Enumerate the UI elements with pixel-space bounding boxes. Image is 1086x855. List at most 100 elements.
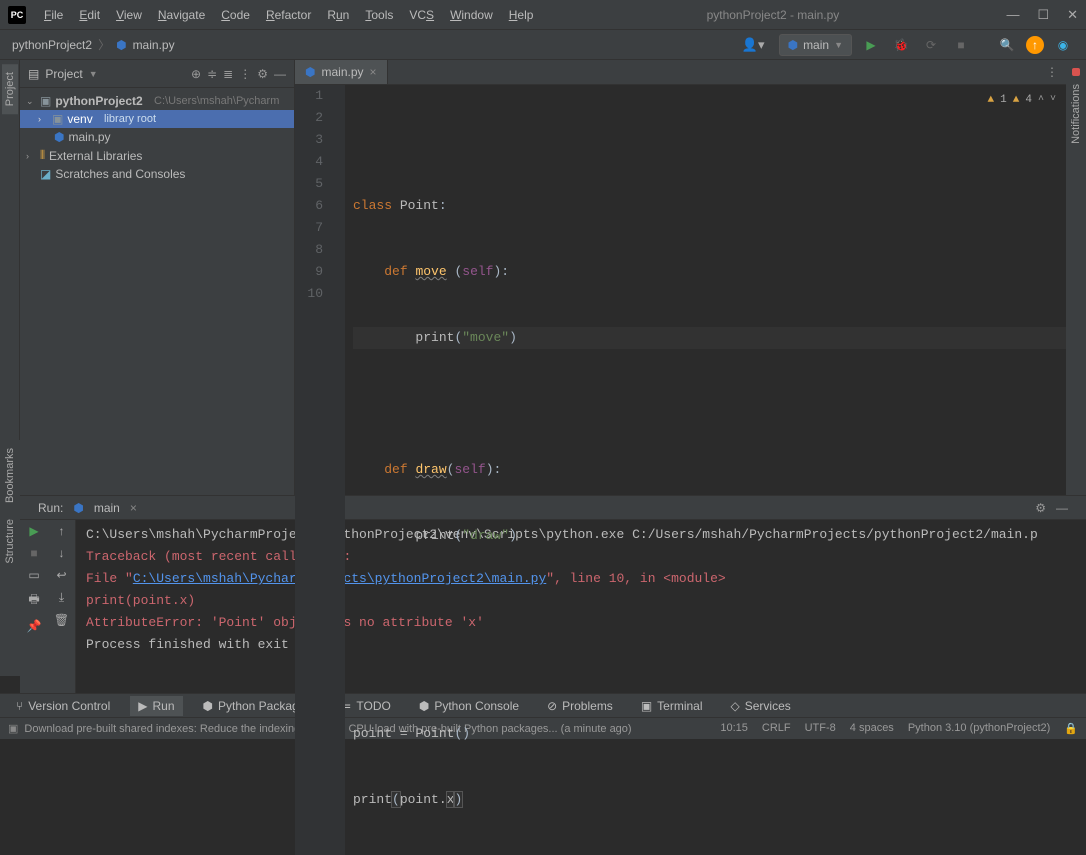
maximize-button[interactable]: ☐ xyxy=(1037,7,1049,23)
call: print xyxy=(353,792,392,807)
prev-highlight-icon[interactable]: ˄ xyxy=(1038,89,1044,111)
soft-wrap-icon[interactable]: ↩ xyxy=(56,568,66,582)
self: self xyxy=(454,462,485,477)
tree-scratches[interactable]: ◪ Scratches and Consoles xyxy=(20,165,294,183)
down-stack-icon[interactable]: ↓ xyxy=(59,546,65,560)
fn: draw xyxy=(415,462,446,477)
tab-bookmarks[interactable]: Bookmarks xyxy=(2,440,18,511)
breadcrumb-file[interactable]: main.py xyxy=(133,38,175,52)
run-toolbar-secondary: ↑ ↓ ↩ ⤓ 🗑 xyxy=(48,520,76,693)
rerun-button[interactable]: ▶ xyxy=(29,524,38,538)
collaborate-button[interactable]: ◉ xyxy=(1052,34,1074,56)
code-editor[interactable]: 1 2 3 4 5 6 7 8 9 10 class Point: def mo… xyxy=(295,85,1066,855)
warn-count: 4 xyxy=(1025,89,1032,111)
tab-options-icon[interactable]: ⋮ xyxy=(1046,65,1058,79)
tab-project[interactable]: Project xyxy=(2,64,18,114)
print-icon[interactable]: 🖶 xyxy=(28,590,39,611)
editor-tab-mainpy[interactable]: ⬢ main.py × xyxy=(295,60,388,84)
menu-view[interactable]: View xyxy=(110,5,148,25)
line-number-gutter[interactable]: 1 2 3 4 5 6 7 8 9 10 xyxy=(295,85,331,855)
coverage-button[interactable]: ⟳ xyxy=(920,34,942,56)
venv-label: venv xyxy=(67,112,92,126)
tab-structure[interactable]: Structure xyxy=(2,511,18,572)
root-name: pythonProject2 xyxy=(55,94,142,108)
branch-icon: ⑂ xyxy=(16,699,23,713)
navigation-bar: pythonProject2 〉 ⬢ main.py 👤▾ ⬢ main ▼ ▶… xyxy=(0,30,1086,60)
tool-run[interactable]: ▶Run xyxy=(130,696,182,716)
menu-help[interactable]: Help xyxy=(503,5,540,25)
left-tool-stripe: Project xyxy=(0,60,20,495)
pin-icon[interactable]: 📌 xyxy=(27,619,42,633)
line-no: 10 xyxy=(295,283,323,305)
menu-navigate[interactable]: Navigate xyxy=(152,5,211,25)
menu-refactor[interactable]: Refactor xyxy=(260,5,317,25)
add-user-button[interactable]: 👤▾ xyxy=(742,37,765,53)
options-icon[interactable]: ⋮ xyxy=(239,67,251,81)
stop-button[interactable]: ■ xyxy=(950,34,972,56)
run-button[interactable]: ▶ xyxy=(860,34,882,56)
tree-external-libs[interactable]: › ⫴ External Libraries xyxy=(20,146,294,165)
python-icon: ⬢ xyxy=(73,501,83,515)
expand-all-icon[interactable]: ≑ xyxy=(207,67,217,81)
menu-vcs[interactable]: VCS xyxy=(403,5,440,25)
menu-file[interactable]: File xyxy=(38,5,69,25)
next-highlight-icon[interactable]: ˅ xyxy=(1050,89,1056,111)
run-config-selector[interactable]: ⬢ main ▼ xyxy=(779,34,852,56)
project-tree[interactable]: ⌄ ▣ pythonProject2 C:\Users\mshah\Pychar… xyxy=(20,88,294,187)
gear-icon[interactable]: ⚙ xyxy=(257,67,268,81)
updates-button[interactable]: ↑ xyxy=(1026,36,1044,54)
tree-mainpy[interactable]: ⬢ main.py xyxy=(20,128,294,146)
line-no: 6 xyxy=(295,195,323,217)
search-button[interactable]: 🔍 xyxy=(996,34,1018,56)
menu-run[interactable]: Run xyxy=(321,5,355,25)
menu-window[interactable]: Window xyxy=(444,5,499,25)
chevron-down-icon[interactable]: ⌄ xyxy=(26,96,36,107)
debug-button[interactable]: 🐞 xyxy=(890,34,912,56)
folder-icon: ▣ xyxy=(52,112,63,126)
tree-root[interactable]: ⌄ ▣ pythonProject2 C:\Users\mshah\Pychar… xyxy=(20,92,294,110)
close-run-tab-icon[interactable]: × xyxy=(130,501,137,515)
up-stack-icon[interactable]: ↑ xyxy=(59,524,65,538)
notification-indicator[interactable] xyxy=(1072,68,1080,76)
breadcrumb[interactable]: pythonProject2 〉 ⬢ main.py xyxy=(12,36,175,53)
lock-icon[interactable]: 🔒 xyxy=(1064,722,1078,735)
close-tab-icon[interactable]: × xyxy=(370,65,377,79)
close-button[interactable]: ✕ xyxy=(1067,7,1078,23)
warning-icon: ▲ xyxy=(1013,89,1020,111)
minimize-button[interactable]: — xyxy=(1006,7,1019,23)
libraries-icon: ⫴ xyxy=(40,148,45,163)
inspection-widget[interactable]: ▲1 ▲4 ˄ ˅ xyxy=(988,89,1056,111)
clear-icon[interactable]: 🗑 xyxy=(54,613,69,627)
tab-notifications[interactable]: Notifications xyxy=(1068,76,1084,152)
run-title: Run: xyxy=(38,501,63,515)
layout-toggle-icon[interactable]: ▭ xyxy=(28,568,39,582)
breadcrumb-root[interactable]: pythonProject2 xyxy=(12,38,92,52)
line-no: 7 xyxy=(295,217,323,239)
chevron-right-icon[interactable]: › xyxy=(26,151,36,161)
venv-hint: library root xyxy=(104,113,156,125)
hide-tool-icon[interactable]: — xyxy=(274,67,286,81)
collapse-all-icon[interactable]: ≣ xyxy=(223,67,233,81)
project-view-title[interactable]: Project xyxy=(45,67,82,81)
folder-icon: ▣ xyxy=(40,94,51,108)
chevron-down-icon[interactable]: ▼ xyxy=(89,69,98,79)
fold-gutter[interactable] xyxy=(331,85,345,855)
python-file-icon: ⬢ xyxy=(305,65,315,79)
tool-version-control[interactable]: ⑂Version Control xyxy=(8,696,118,716)
tool-stripe-toggle-icon[interactable]: ▣ xyxy=(8,722,18,735)
stop-button[interactable]: ■ xyxy=(30,546,37,560)
scroll-end-icon[interactable]: ⤓ xyxy=(59,590,64,605)
run-tab-label[interactable]: main xyxy=(94,501,120,515)
python-icon: ⬢ xyxy=(788,38,798,52)
line-no: 9 xyxy=(295,261,323,283)
line-no: 5 xyxy=(295,173,323,195)
tree-venv[interactable]: › ▣ venv library root xyxy=(20,110,294,128)
menu-tools[interactable]: Tools xyxy=(359,5,399,25)
var: point xyxy=(353,726,392,741)
line-no: 8 xyxy=(295,239,323,261)
menu-edit[interactable]: Edit xyxy=(73,5,106,25)
menu-code[interactable]: Code xyxy=(215,5,256,25)
select-opened-icon[interactable]: ⊕ xyxy=(191,67,201,81)
code-text[interactable]: class Point: def move (self): print("mov… xyxy=(345,85,1066,855)
chevron-right-icon[interactable]: › xyxy=(38,114,48,124)
